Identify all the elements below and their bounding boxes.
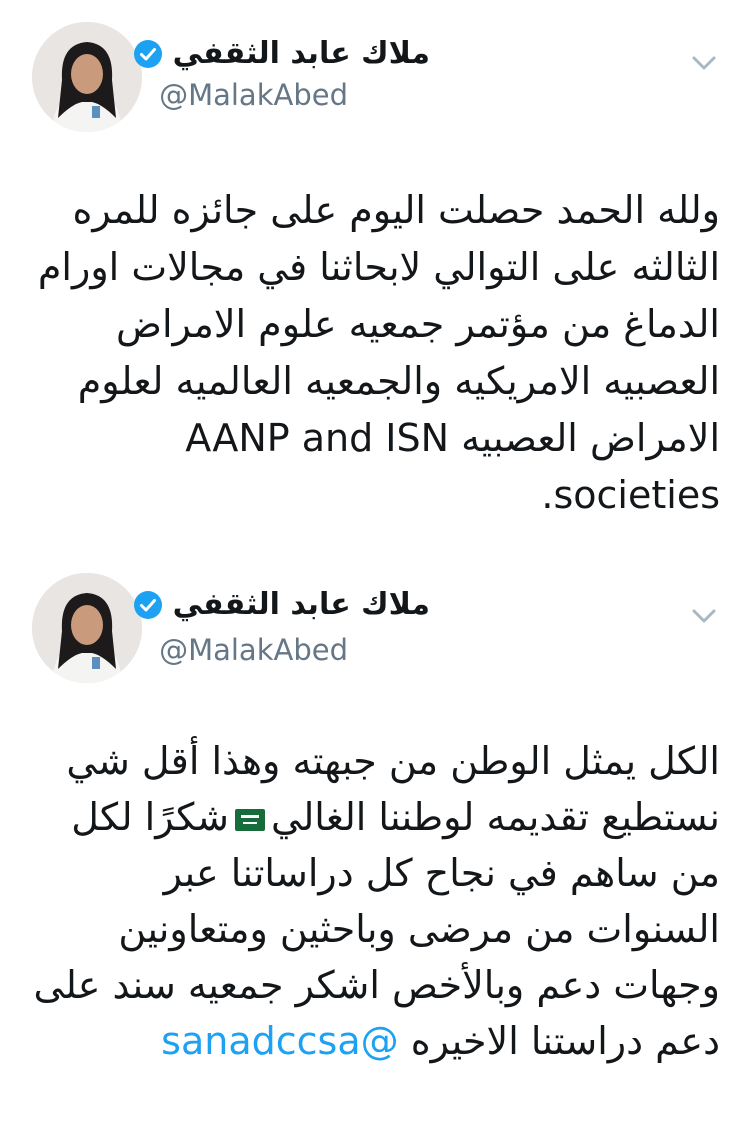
profile-photo-icon	[32, 22, 142, 132]
tweet-text-line: الكل يمثل الوطن من جبهته وهذا أقل شي	[66, 739, 720, 783]
author-handle[interactable]: @MalakAbed	[159, 633, 348, 667]
tweet: ملاك عابد الثقفي @MalakAbed الكل يمثل ال…	[0, 565, 750, 1125]
profile-photo-icon	[32, 573, 142, 683]
author-name-row: ملاك عابد الثقفي	[133, 36, 430, 72]
tweet-text-line: الدماغ من مؤتمر جمعيه علوم الامراض	[116, 302, 720, 346]
tweet-text-line: نستطيع تقديمه لوطننا الغالي شكرًا لكل	[20, 789, 720, 845]
mention-link[interactable]: @sanadccsa	[161, 1019, 398, 1063]
author-display-name[interactable]: ملاك عابد الثقفي	[173, 36, 430, 72]
tweet-text-line: العصبيه الامريكيه والجمعيه العالميه لعلو…	[77, 359, 720, 403]
tweet-text-line: دعم دراستنا الاخيره @sanadccsa	[20, 1013, 720, 1069]
tweet-text-line: من ساهم في نجاح كل دراساتنا عبر	[163, 851, 720, 895]
tweet-text-line: السنوات من مرضى وباحثين ومتعاونين	[118, 907, 720, 951]
tweet: ملاك عابد الثقفي @MalakAbed ولله الحمد ح…	[0, 0, 750, 565]
tweet-text-line: وجهات دعم وبالأخص اشكر جمعيه سند على	[33, 963, 720, 1007]
tweet-text: الكل يمثل الوطن من جبهته وهذا أقل شي نست…	[20, 733, 720, 1069]
avatar[interactable]	[32, 22, 142, 132]
tweet-text: ولله الحمد حصلت اليوم على جائزه للمره ال…	[20, 182, 720, 524]
chevron-down-icon[interactable]	[684, 42, 724, 82]
author-display-name[interactable]: ملاك عابد الثقفي	[173, 587, 430, 623]
tweet-text-line: الامراض العصبيه AANP and ISN	[185, 416, 720, 460]
chevron-down-icon[interactable]	[684, 595, 724, 635]
tweet-text-fragment: نستطيع تقديمه لوطننا الغالي	[271, 795, 720, 839]
saudi-flag-icon	[235, 808, 266, 831]
tweet-text-fragment: شكرًا لكل	[71, 795, 230, 839]
verified-badge-icon	[133, 591, 162, 619]
author-handle[interactable]: @MalakAbed	[159, 78, 348, 112]
avatar[interactable]	[32, 573, 142, 683]
verified-badge-icon	[133, 40, 162, 68]
author-name-row: ملاك عابد الثقفي	[133, 587, 430, 623]
tweet-text-line: الثالثه على التوالي لابحاثنا في مجالات ا…	[37, 245, 720, 289]
tweet-text-fragment: دعم دراستنا الاخيره	[410, 1019, 720, 1063]
tweet-text-line: societies.	[541, 473, 720, 517]
tweet-text-line: ولله الحمد حصلت اليوم على جائزه للمره	[72, 188, 720, 232]
